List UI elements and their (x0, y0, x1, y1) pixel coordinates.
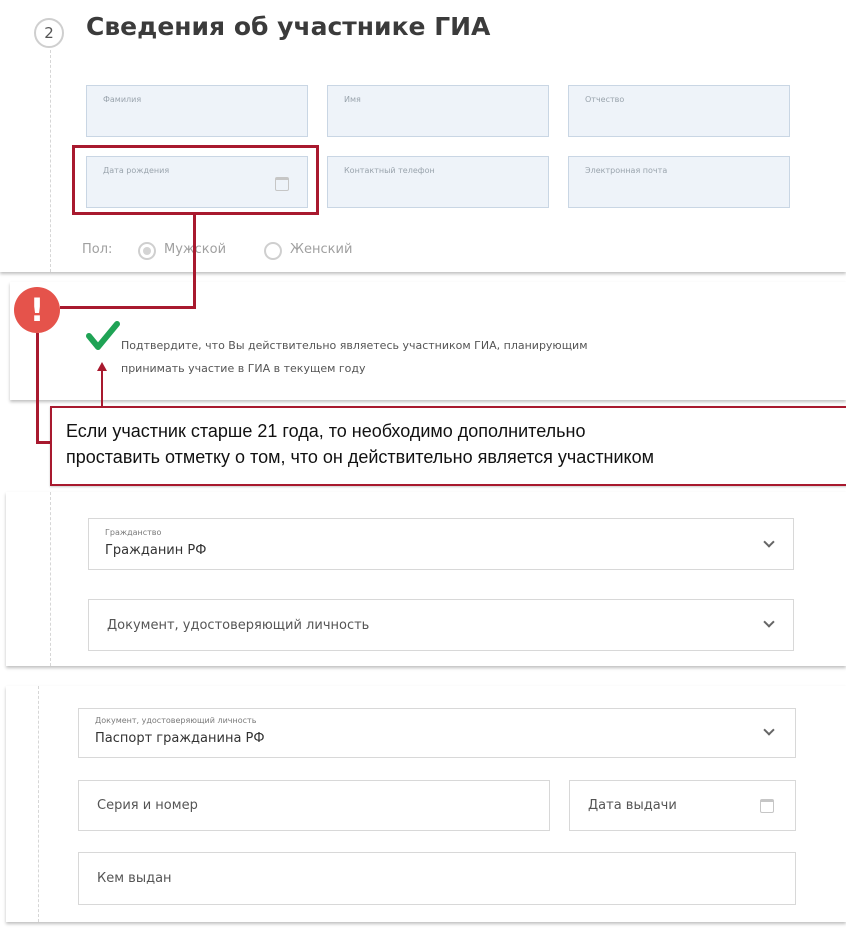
confirmation-line-1: Подтвердите, что Вы действительно являет… (121, 339, 588, 352)
callout-line-1: Если участник старше 21 года, то необход… (66, 421, 586, 441)
issued-by-placeholder: Кем выдан (97, 871, 172, 886)
first-name-label: Имя (344, 95, 361, 104)
arrow-stem (101, 370, 103, 408)
female-radio[interactable] (264, 242, 282, 260)
passport-divider-line (38, 686, 39, 922)
series-number-placeholder: Серия и номер (97, 798, 198, 813)
citizenship-divider-line (50, 492, 51, 666)
issue-date-input[interactable]: Дата выдачи (569, 780, 796, 831)
step-number-badge: 2 (34, 18, 64, 48)
identity-doc-select[interactable]: Документ, удостоверяющий личность (88, 599, 794, 651)
patronymic-field[interactable]: Отчество (568, 85, 790, 137)
citizenship-select[interactable]: Гражданство Гражданин РФ (88, 518, 794, 570)
gender-label: Пол: (82, 242, 113, 257)
connector-horizontal-1 (60, 306, 196, 309)
female-label: Женский (290, 242, 353, 257)
confirmation-text: Подтвердите, что Вы действительно являет… (121, 334, 588, 380)
citizenship-label: Гражданство (105, 528, 162, 537)
callout-line-2: проставить отметку о том, что он действи… (66, 447, 655, 467)
annotation-callout: Если участник старше 21 года, то необход… (50, 406, 846, 486)
citizenship-value: Гражданин РФ (105, 543, 207, 558)
chevron-down-icon[interactable] (763, 724, 775, 736)
section-title: Сведения об участнике ГИА (86, 12, 491, 41)
chevron-down-icon[interactable] (763, 536, 775, 548)
calendar-icon[interactable] (760, 799, 774, 813)
patronymic-label: Отчество (585, 95, 625, 104)
warning-icon: ! (14, 287, 60, 333)
email-field[interactable]: Электронная почта (568, 156, 790, 208)
checkmark-icon (86, 321, 120, 350)
chevron-down-icon[interactable] (763, 616, 775, 628)
last-name-field[interactable]: Фамилия (86, 85, 308, 137)
identity-doc-placeholder: Документ, удостоверяющий личность (107, 618, 370, 633)
confirmation-line-2: принимать участие в ГИА в текущем году (121, 362, 366, 375)
passport-doc-select[interactable]: Документ, удостоверяющий личность Паспор… (78, 708, 796, 758)
passport-doc-label: Документ, удостоверяющий личность (95, 716, 257, 725)
last-name-label: Фамилия (103, 95, 142, 104)
first-name-field[interactable]: Имя (327, 85, 549, 137)
email-label: Электронная почта (585, 166, 668, 175)
connector-vertical-1 (193, 215, 196, 309)
birth-date-highlight (72, 145, 319, 215)
series-number-input[interactable]: Серия и номер (78, 780, 550, 831)
confirm-checkbox[interactable] (86, 320, 120, 354)
phone-field[interactable]: Контактный телефон (327, 156, 549, 208)
panel-divider-line (50, 50, 51, 272)
issue-date-placeholder: Дата выдачи (588, 798, 677, 813)
phone-label: Контактный телефон (344, 166, 435, 175)
passport-doc-value: Паспорт гражданина РФ (95, 731, 265, 746)
issued-by-input[interactable]: Кем выдан (78, 852, 796, 905)
connector-vertical-2 (36, 333, 39, 444)
male-radio[interactable] (138, 242, 156, 260)
